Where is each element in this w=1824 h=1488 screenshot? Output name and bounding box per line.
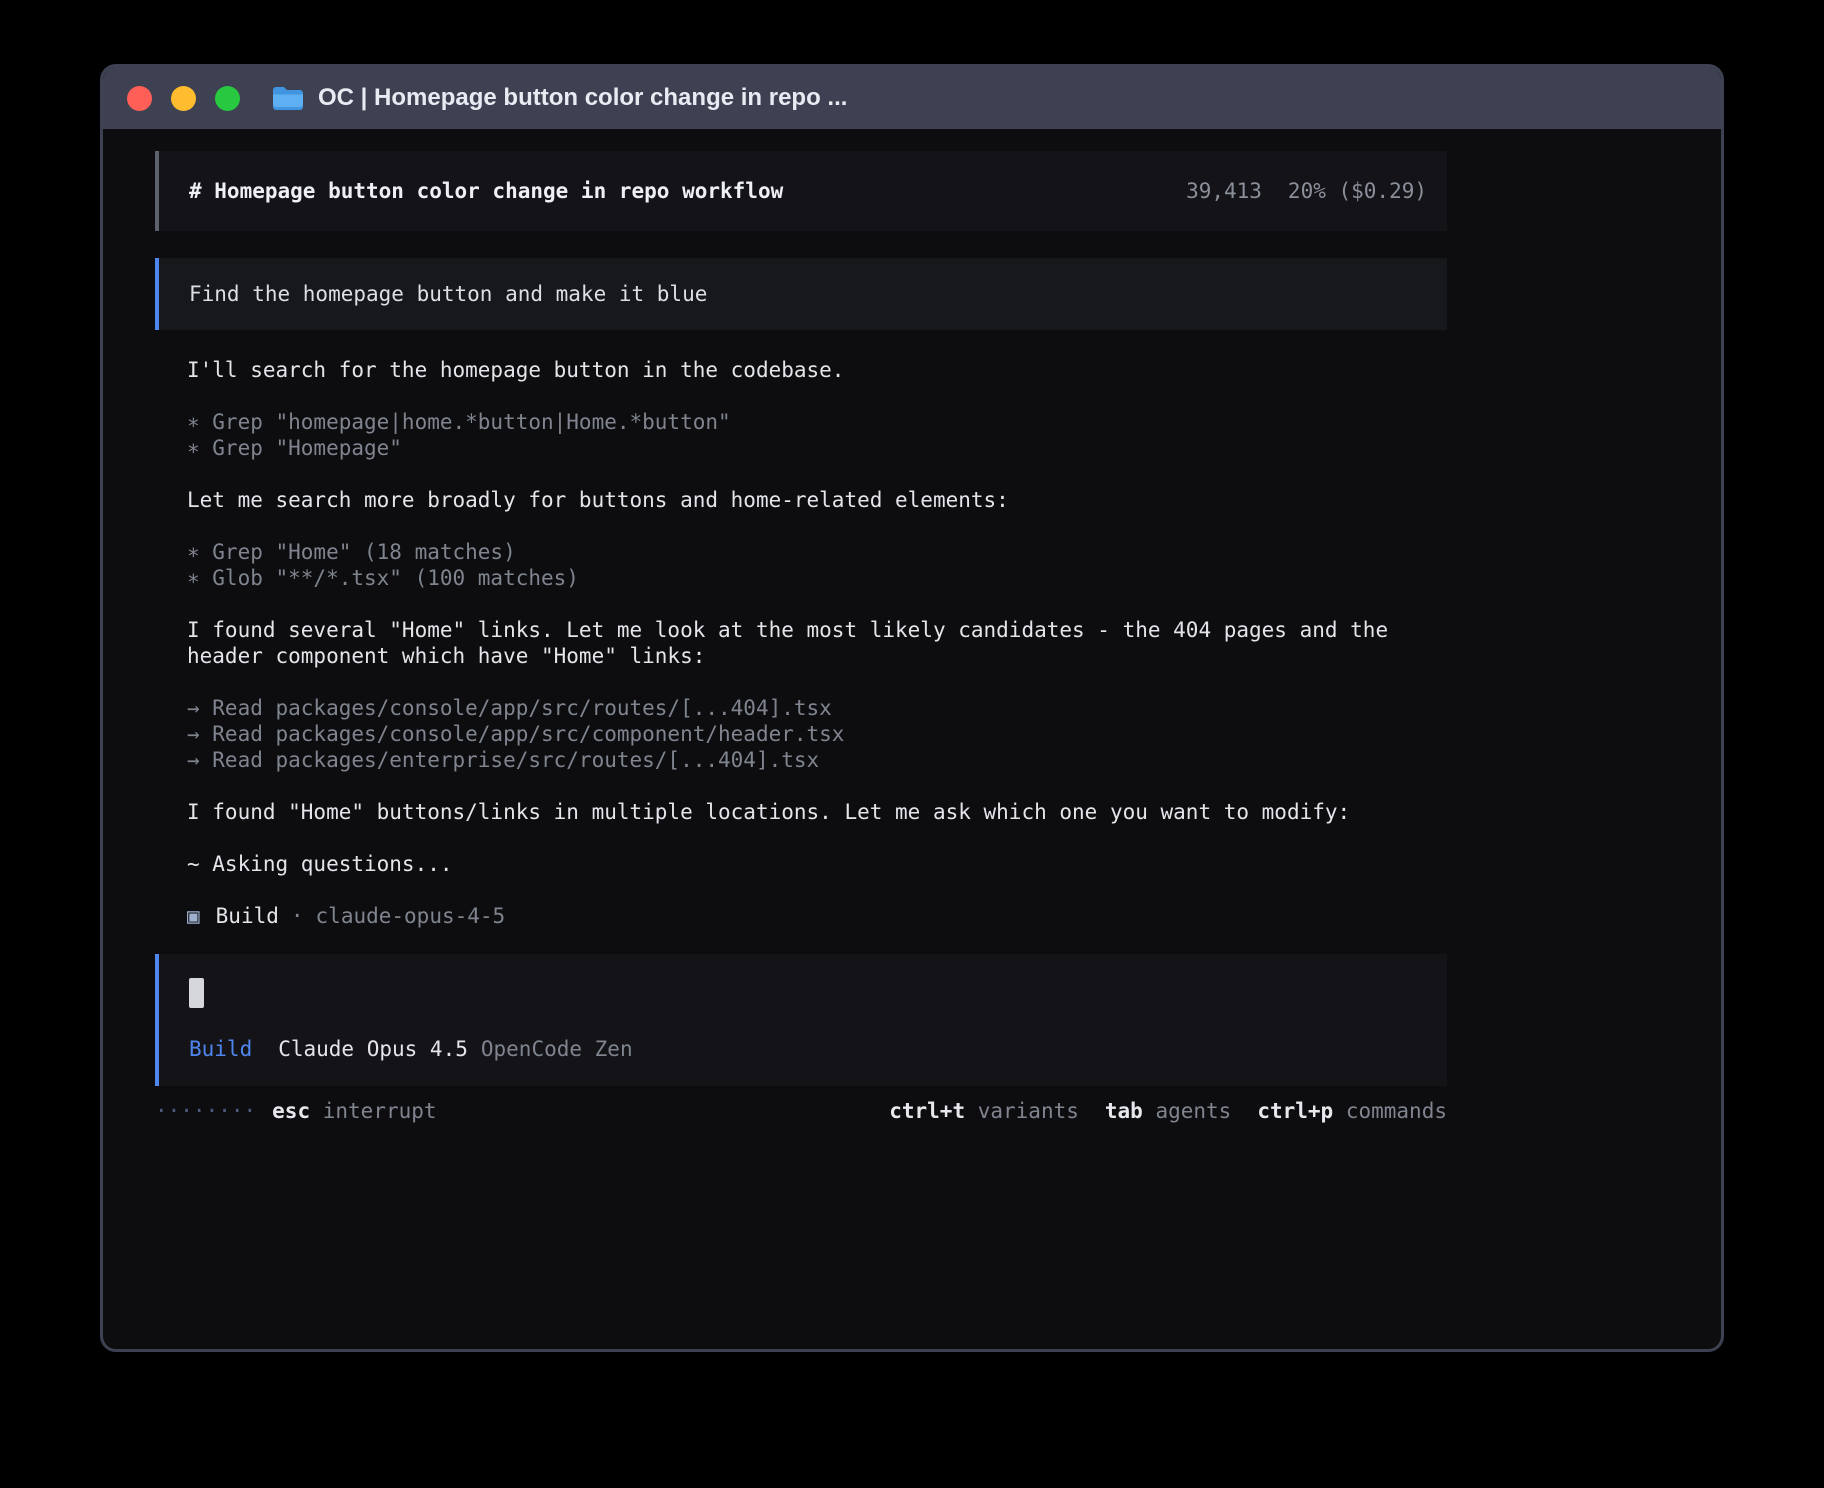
- text-cursor: [189, 978, 204, 1008]
- message-line: I found several "Home" links. Let me loo…: [187, 617, 1417, 669]
- user-message-text: Find the homepage button and make it blu…: [189, 282, 707, 306]
- message-line: I'll search for the homepage button in t…: [187, 357, 1417, 383]
- message-line: I found "Home" buttons/links in multiple…: [187, 799, 1417, 825]
- terminal-window: OC | Homepage button color change in rep…: [100, 64, 1724, 1352]
- shortcut-label: agents: [1143, 1099, 1232, 1123]
- agent-badge: ▣ Build · claude-opus-4-5: [187, 903, 1447, 929]
- tool-call-line: → Read packages/enterprise/src/routes/[.…: [187, 747, 1417, 773]
- shortcut-key: ctrl+t: [889, 1099, 965, 1123]
- window-controls: [127, 86, 240, 111]
- shortcut-key: tab: [1105, 1099, 1143, 1123]
- user-message: Find the homepage button and make it blu…: [155, 258, 1447, 330]
- session-stats: 39,413 20% ($0.29): [1186, 179, 1427, 203]
- context-usage: 20% ($0.29): [1288, 179, 1427, 203]
- session-header: # Homepage button color change in repo w…: [155, 151, 1447, 231]
- token-count: 39,413: [1186, 179, 1262, 203]
- shortcut-agents: tab agents: [1105, 1098, 1231, 1124]
- shortcut-commands: ctrl+p commands: [1257, 1098, 1447, 1124]
- tool-call-line: → Read packages/console/app/src/routes/[…: [187, 695, 1417, 721]
- interrupt-label: interrupt: [323, 1099, 437, 1123]
- terminal-content: # Homepage button color change in repo w…: [103, 129, 1721, 1124]
- message-group-text: I found "Home" buttons/links in multiple…: [187, 799, 1417, 825]
- tool-call-line: → Read packages/console/app/src/componen…: [187, 721, 1417, 747]
- message-group-tool: → Read packages/console/app/src/routes/[…: [187, 695, 1417, 773]
- message-group-status: ~ Asking questions...: [187, 851, 1417, 877]
- interrupt-key: esc: [272, 1099, 310, 1123]
- folder-icon: [272, 85, 304, 111]
- interrupt-hint: esc interrupt: [272, 1098, 436, 1124]
- tool-call-line: ∗ Grep "homepage|home.*button|Home.*butt…: [187, 409, 1417, 435]
- minimize-button[interactable]: [171, 86, 196, 111]
- window-title: OC | Homepage button color change in rep…: [318, 84, 847, 112]
- shortcut-key: ctrl+p: [1257, 1099, 1333, 1123]
- message-group-text: Let me search more broadly for buttons a…: [187, 487, 1417, 513]
- session-title: # Homepage button color change in repo w…: [189, 179, 783, 203]
- close-button[interactable]: [127, 86, 152, 111]
- status-bar: ········ esc interrupt ctrl+t variants ta…: [155, 1098, 1447, 1124]
- shortcut-label: variants: [965, 1099, 1079, 1123]
- shortcut-hints: ctrl+t variants tab agents ctrl+p commands: [889, 1098, 1447, 1124]
- shortcut-label: commands: [1333, 1099, 1447, 1123]
- spinner-dots: ········: [155, 1098, 256, 1124]
- prompt-input[interactable]: Build Claude Opus 4.5 OpenCode Zen: [155, 954, 1447, 1086]
- provider-indicator: OpenCode Zen: [481, 1036, 633, 1062]
- agent-icon: ▣: [187, 903, 200, 929]
- mode-indicator: Build: [189, 1036, 252, 1062]
- message-group-text: I'll search for the homepage button in t…: [187, 357, 1417, 383]
- tool-call-line: ∗ Glob "**/*.tsx" (100 matches): [187, 565, 1417, 591]
- tool-call-line: ∗ Grep "Home" (18 matches): [187, 539, 1417, 565]
- message-group-tool: ∗ Grep "Home" (18 matches)∗ Glob "**/*.t…: [187, 539, 1417, 591]
- assistant-response: I'll search for the homepage button in t…: [187, 357, 1417, 877]
- agent-separator: ·: [291, 903, 304, 929]
- message-line: ~ Asking questions...: [187, 851, 1417, 877]
- message-group-tool: ∗ Grep "homepage|home.*button|Home.*butt…: [187, 409, 1417, 461]
- tool-call-line: ∗ Grep "Homepage": [187, 435, 1417, 461]
- prompt-footer: Build Claude Opus 4.5 OpenCode Zen: [189, 1036, 1417, 1062]
- agent-model: claude-opus-4-5: [316, 903, 506, 929]
- shortcut-variants: ctrl+t variants: [889, 1098, 1079, 1124]
- message-line: Let me search more broadly for buttons a…: [187, 487, 1417, 513]
- message-group-text: I found several "Home" links. Let me loo…: [187, 617, 1417, 669]
- model-indicator: Claude Opus 4.5: [278, 1036, 468, 1062]
- zoom-button[interactable]: [215, 86, 240, 111]
- agent-name: Build: [216, 903, 279, 929]
- window-titlebar[interactable]: OC | Homepage button color change in rep…: [103, 67, 1721, 129]
